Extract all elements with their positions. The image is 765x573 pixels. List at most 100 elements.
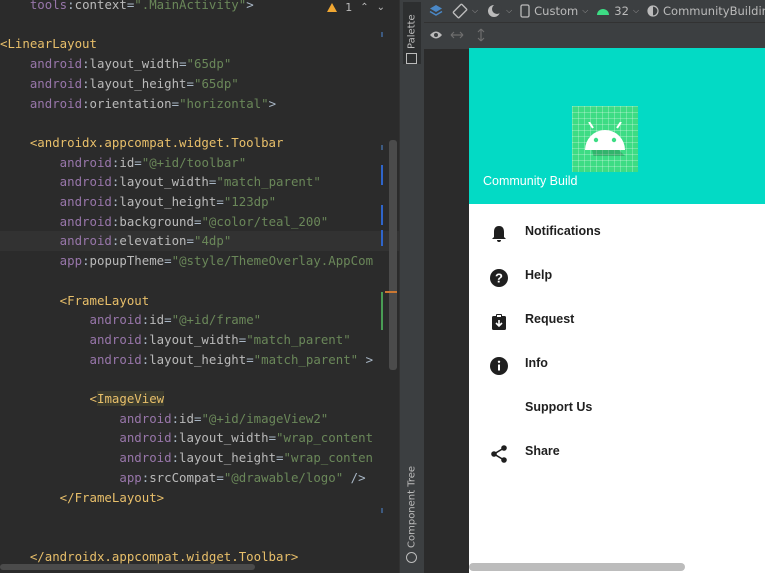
editor-vertical-scrollbar[interactable] <box>389 140 397 370</box>
device-selector[interactable]: Custom ⌵ <box>520 4 588 18</box>
code-token: "4dp" <box>193 233 232 249</box>
code-token: </androidx.appcompat.widget.Toolbar> <box>0 548 299 564</box>
menu-item-support-us[interactable]: Support Us <box>469 388 765 432</box>
code-token: : <box>171 450 180 466</box>
code-token: layout_height <box>89 75 187 91</box>
scrollbar-warning-mark[interactable] <box>385 291 397 293</box>
gutter-marker <box>381 508 383 513</box>
menu-item-share[interactable]: Share <box>469 432 765 476</box>
code-token: layout_width <box>119 174 209 190</box>
request-icon <box>492 314 506 330</box>
orientation-button[interactable]: ⌵ <box>452 3 478 19</box>
code-line[interactable]: android:elevation="4dp" <box>0 231 399 252</box>
chevron-down-icon: ⌵ <box>632 6 640 15</box>
code-token: layout_width <box>179 430 269 446</box>
code-token: background <box>119 213 194 229</box>
code-line[interactable]: android:layout_height="123dp" <box>0 192 276 212</box>
component-tree-icon <box>406 552 418 563</box>
code-line[interactable]: android:layout_width="65dp" <box>0 54 231 74</box>
prev-highlight-icon[interactable]: ⌃ <box>360 2 368 13</box>
api-level-selector[interactable]: 32 ⌵ <box>596 4 639 18</box>
info-icon <box>490 357 508 375</box>
android-logo-icon <box>585 122 625 156</box>
code-token: > <box>246 0 254 12</box>
code-line[interactable]: android:layout_height="match_parent" > <box>0 350 374 370</box>
code-token: = <box>186 75 194 91</box>
menu-item-notifications[interactable]: Notifications <box>469 212 765 256</box>
code-line[interactable]: <ImageView <box>0 389 165 409</box>
rotate-icon <box>452 3 468 19</box>
code-line[interactable]: <androidx.appcompat.widget.Toolbar <box>0 133 284 153</box>
designer-toolbar: ⌵ ⌵ Custom ⌵ 32 ⌵ CommunityBuilding ⌵ <box>424 0 765 22</box>
code-token: <LinearLayout <box>0 36 97 52</box>
code-token: layout_height <box>119 194 217 209</box>
code-token: id <box>179 410 194 426</box>
layers-icon <box>429 5 443 16</box>
palette-tab-label: Palette <box>406 14 418 49</box>
theme-selector[interactable]: CommunityBuilding ⌵ <box>647 4 765 18</box>
code-token: = <box>216 469 224 485</box>
night-mode-icon <box>488 4 503 17</box>
code-token: id <box>119 154 135 170</box>
code-token: "@+id/imageView2" <box>201 410 329 426</box>
warning-count: 1 <box>345 0 353 14</box>
designer-horizontal-scrollbar[interactable] <box>469 563 685 571</box>
code-token: id <box>149 312 165 328</box>
code-token: = <box>276 450 284 466</box>
design-surface-button[interactable] <box>428 3 444 19</box>
menu-item-request[interactable]: Request <box>469 300 765 344</box>
code-line[interactable]: android:layout_width="wrap_content <box>0 428 373 448</box>
code-line[interactable]: android:layout_width="match_parent" <box>0 330 351 350</box>
gutter-marker <box>381 32 383 37</box>
code-line[interactable]: android:id="@+id/toolbar" <box>0 153 247 173</box>
editor-horizontal-scrollbar[interactable] <box>0 564 255 570</box>
code-token: "@color/teal_200" <box>201 213 329 229</box>
menu-item-label: Notifications <box>525 224 601 238</box>
code-token: app <box>0 253 83 269</box>
code-token: ImageView <box>96 391 165 406</box>
menu-item-label: Support Us <box>525 400 593 414</box>
code-line[interactable]: <LinearLayout <box>0 34 97 54</box>
bell-icon <box>492 226 506 242</box>
code-line[interactable]: app:srcCompat="@drawable/logo" /> <box>0 468 365 488</box>
code-line[interactable]: android:background="@color/teal_200" <box>0 212 329 232</box>
code-token: android <box>0 312 142 328</box>
code-line[interactable]: android:layout_height="65dp" <box>0 74 239 94</box>
code-token: "match_parent" <box>253 351 359 367</box>
code-line[interactable]: android:layout_width="match_parent" <box>0 172 321 192</box>
chevron-down-icon: ⌵ <box>506 6 513 15</box>
inspection-widget[interactable]: 1 ⌃ ⌄ <box>327 0 385 14</box>
code-line[interactable]: android:id="@+id/imageView2" <box>0 409 328 429</box>
code-token: android <box>0 351 142 367</box>
code-token: "horizontal" <box>179 95 269 111</box>
code-token: layout_width <box>149 331 239 347</box>
code-token: "123dp" <box>223 194 277 209</box>
vertical-resize-icon[interactable] <box>477 28 485 42</box>
night-mode-button[interactable]: ⌵ <box>486 3 512 19</box>
code-token: android <box>0 450 172 466</box>
eye-icon[interactable] <box>429 29 443 41</box>
code-line[interactable]: app:popupTheme="@style/ThemeOverlay.AppC… <box>0 251 373 271</box>
code-line[interactable]: </FrameLayout> <box>0 488 164 508</box>
code-token: "match_parent" <box>216 174 321 190</box>
code-line[interactable]: android:id="@+id/frame" <box>0 310 262 330</box>
android-icon <box>597 9 610 15</box>
next-highlight-icon[interactable]: ⌄ <box>377 2 385 13</box>
code-editor[interactable]: tools:context=".MainActivity"> <LinearLay… <box>0 0 399 573</box>
code-line[interactable]: android:layout_height="wrap_conten <box>0 448 373 468</box>
code-token: : <box>171 430 180 446</box>
code-line[interactable]: tools:context=".MainActivity"> <box>0 0 254 15</box>
code-token: = <box>164 253 172 269</box>
component-tree-tab[interactable]: Component Tree <box>403 458 421 563</box>
horizontal-resize-icon[interactable] <box>450 31 464 39</box>
code-line[interactable]: <FrameLayout <box>0 291 150 311</box>
side-tool-strip: Palette Component Tree <box>399 0 425 573</box>
palette-tab[interactable]: Palette <box>403 2 421 64</box>
code-token: : <box>82 56 90 72</box>
code-line[interactable]: android:orientation="horizontal"> <box>0 94 276 114</box>
code-token: = <box>179 56 187 72</box>
menu-item-help[interactable]: ? Help <box>469 256 765 300</box>
designer-toolbar-secondary <box>424 22 765 49</box>
code-token: context <box>74 0 127 12</box>
menu-item-info[interactable]: Info <box>469 344 765 388</box>
